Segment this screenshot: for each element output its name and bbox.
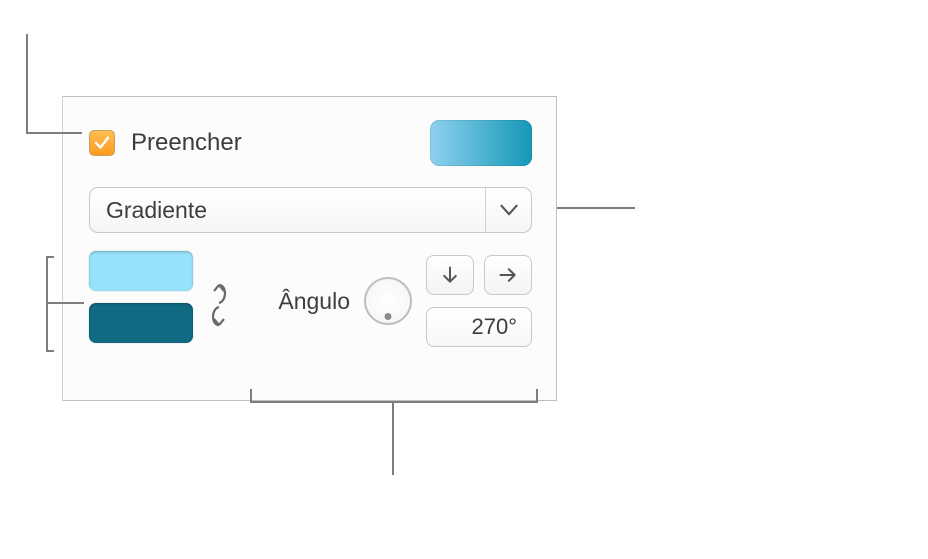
- angle-value: 270°: [471, 314, 517, 340]
- callout-line: [250, 401, 538, 403]
- fill-panel: Preencher Gradiente Ângulo: [62, 96, 557, 401]
- fill-type-selected: Gradiente: [90, 188, 485, 232]
- gradient-color-column: [89, 251, 193, 343]
- swap-vertical-icon: [207, 279, 231, 331]
- callout-line: [46, 302, 84, 304]
- callout-line: [46, 256, 54, 258]
- gradient-color-2[interactable]: [89, 303, 193, 343]
- angle-right-column: 270°: [426, 255, 532, 347]
- check-icon: [93, 134, 111, 152]
- angle-label: Ângulo: [278, 288, 350, 315]
- fill-type-dropdown-button[interactable]: [485, 188, 531, 232]
- direction-down-button[interactable]: [426, 255, 474, 295]
- fill-checkbox-label: Preencher: [131, 129, 430, 157]
- fill-type-dropdown[interactable]: Gradiente: [89, 187, 532, 233]
- callout-line: [46, 350, 54, 352]
- callout-line: [536, 389, 538, 403]
- angle-input[interactable]: 270°: [426, 307, 532, 347]
- arrow-right-icon: [498, 265, 518, 285]
- chevron-down-icon: [499, 203, 519, 217]
- gradient-color-1[interactable]: [89, 251, 193, 291]
- direction-buttons: [426, 255, 532, 295]
- callout-line: [26, 132, 82, 134]
- angle-dial[interactable]: [364, 277, 412, 325]
- fill-header-row: Preencher: [89, 117, 532, 169]
- callout-line: [557, 207, 635, 209]
- gradient-controls-row: Ângulo 270°: [89, 251, 532, 347]
- swap-colors-button[interactable]: [205, 276, 233, 334]
- fill-preview-swatch[interactable]: [430, 120, 532, 166]
- callout-line: [26, 34, 28, 134]
- angle-group: Ângulo 270°: [243, 255, 532, 347]
- direction-right-button[interactable]: [484, 255, 532, 295]
- arrow-down-icon: [440, 265, 460, 285]
- callout-line: [250, 389, 252, 403]
- fill-checkbox[interactable]: [89, 130, 115, 156]
- callout-line: [392, 401, 394, 475]
